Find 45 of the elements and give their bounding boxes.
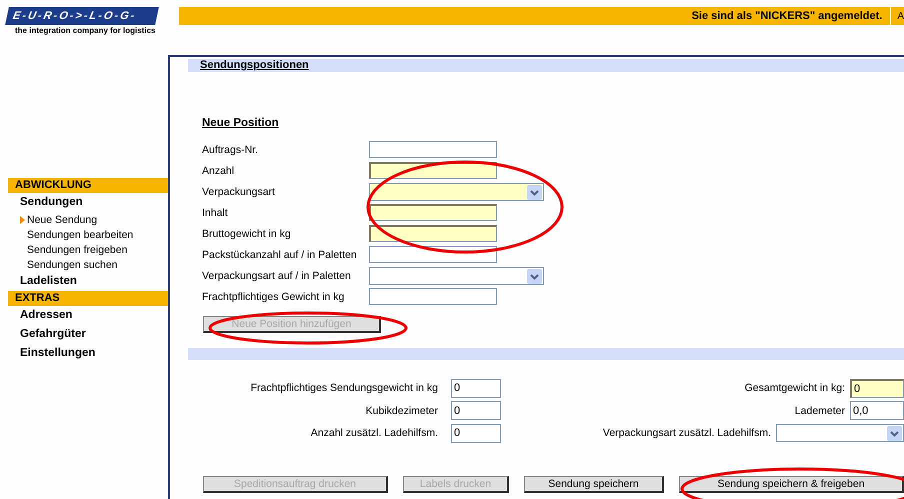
input-field[interactable]: 0 — [850, 378, 904, 398]
input-field[interactable] — [369, 141, 497, 158]
input-field[interactable] — [369, 204, 497, 221]
dropdown[interactable] — [776, 424, 904, 442]
dropdown[interactable] — [369, 182, 544, 200]
field-label: Verpackungsart auf / in Paletten — [202, 270, 352, 282]
sidebar-section: EXTRAS — [8, 291, 168, 306]
field-label: Anzahl — [202, 164, 236, 176]
sidebar-link[interactable]: Neue Sendung — [27, 214, 98, 226]
input-field[interactable] — [369, 288, 497, 305]
logo: E-U-R-O->-L-O-G- — [5, 7, 159, 25]
field-label: Bruttogewicht in kg — [202, 228, 292, 240]
field-label: Gesamtgewicht in kg: — [744, 382, 845, 394]
field-label: Lademeter — [794, 404, 845, 417]
sidebar-section: ABWICKLUNG — [8, 178, 168, 193]
field-label: Frachtpflichtiges Gewicht in kg — [202, 290, 346, 302]
sidebar-item[interactable]: Adressen — [8, 306, 168, 325]
sidebar-link[interactable]: Sendungen suchen — [20, 258, 118, 270]
sidebar-link[interactable]: Sendungen bearbeiten — [20, 228, 134, 240]
input-field[interactable] — [369, 225, 497, 242]
field-label: Packstückanzahl auf / in Paletten — [202, 248, 358, 260]
field-label: Verpackungsart zusätzl. Ladehilfsm. — [602, 427, 771, 440]
field-label: Frachtpflichtiges Sendungsgewicht in kg — [250, 382, 438, 394]
sidebar-item[interactable]: Ladelisten — [8, 272, 168, 291]
action-button[interactable]: Sendung speichern — [524, 476, 664, 492]
field-label: Verpackungsart — [202, 186, 276, 198]
input-field[interactable]: 0 — [451, 401, 501, 420]
panel-title: Sendungspositionen — [200, 59, 309, 71]
input-field[interactable]: 0 — [451, 378, 501, 398]
input-field[interactable]: 0 — [451, 424, 501, 443]
field-label: Inhalt — [202, 206, 229, 218]
field-label: Auftrags-Nr. — [202, 144, 260, 156]
menu-link[interactable]: A — [897, 10, 904, 22]
sidebar-item[interactable]: Gefahrgüter — [8, 325, 168, 344]
sidebar-item[interactable]: Sendungen — [8, 193, 168, 212]
tagline: the integration company for logistics — [14, 26, 156, 35]
input-field[interactable]: 0,0 — [850, 401, 904, 420]
form-title: Neue Position — [202, 117, 279, 129]
action-button[interactable]: Sendung speichern & freigeben — [679, 476, 904, 492]
sidebar-link[interactable]: Sendungen freigeben — [20, 244, 128, 256]
dropdown[interactable] — [369, 266, 544, 284]
field-label: Anzahl zusätzl. Ladehilfsm. — [310, 427, 438, 440]
field-label: Kubikdezimeter — [366, 404, 438, 417]
sidebar-item[interactable]: Einstellungen — [8, 344, 168, 363]
login-status: Sie sind als "NICKERS" angemeldet. — [692, 7, 892, 25]
